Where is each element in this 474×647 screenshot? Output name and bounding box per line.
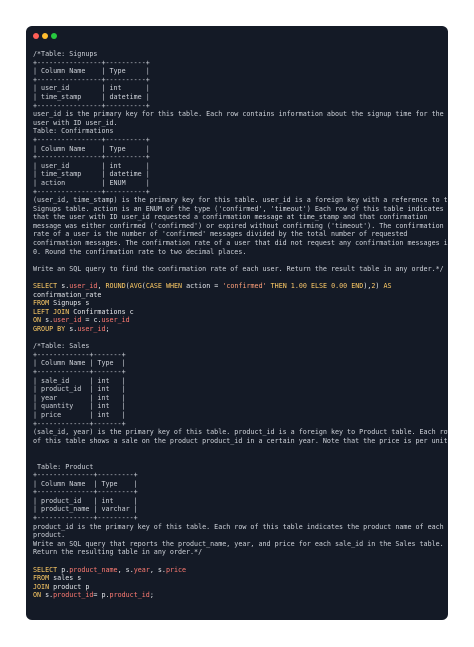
code-line: that the user with ID user_id requested …: [33, 213, 428, 222]
code-line: Signups table. action is an ENUM of the …: [33, 204, 444, 213]
code-line: +----------------+----------+: [33, 135, 150, 144]
code-line: SELECT s.user_id, ROUND(AVG(CASE WHEN ac…: [33, 282, 392, 291]
editor-window: /*Table: Signups +----------------+------…: [26, 26, 448, 620]
code-line: | quantity | int |: [33, 402, 126, 411]
minimize-dot-icon[interactable]: [42, 33, 48, 39]
code-line: product_id is the primary key of this ta…: [33, 522, 444, 531]
code-block[interactable]: /*Table: Signups +----------------+------…: [33, 50, 448, 600]
code-line: Return the resulting table in any order.…: [33, 548, 203, 557]
code-line: | product_name | varchar |: [33, 505, 138, 514]
code-line: | year | int |: [33, 393, 126, 402]
code-line: product.: [33, 531, 66, 540]
code-line: user_id is the primary key for this tabl…: [33, 110, 444, 119]
code-line: | time_stamp | datetime |: [33, 92, 150, 101]
code-line: of this table shows a sale on the produc…: [33, 436, 448, 445]
code-line: Write an SQL query that reports the prod…: [33, 539, 444, 548]
code-line: message was either confirmed ('confirmed…: [33, 221, 444, 230]
code-line: +--------------+---------+: [33, 471, 138, 480]
code-line: (sale_id, year) is the primary key of th…: [33, 428, 448, 437]
code-line: user with ID user_id.: [33, 118, 118, 127]
code-line: Table: Confirmations: [33, 127, 114, 136]
code-line: +--------------+---------+: [33, 488, 138, 497]
code-line: | Column Name | Type |: [33, 144, 150, 153]
code-line: +----------------+----------+: [33, 75, 150, 84]
code-line: +--------------+---------+: [33, 514, 138, 523]
code-line: confirmation_rate: [33, 290, 102, 299]
code-line: +----------------+----------+: [33, 58, 150, 67]
close-dot-icon[interactable]: [33, 33, 39, 39]
code-line: /*Table: Signups: [33, 50, 98, 58]
code-line: | Column Name | Type |: [33, 479, 138, 488]
code-line: | user_id | int |: [33, 84, 150, 93]
code-line: confirmation messages. The confirmation …: [33, 239, 448, 248]
code-line: | price | int |: [33, 410, 126, 419]
code-line: | Column Name | Type |: [33, 359, 126, 368]
code-line: +----------------+----------+: [33, 187, 150, 196]
window-titlebar: [26, 26, 448, 46]
code-line: JOIN product p: [33, 582, 90, 591]
code-line: | product_id | int |: [33, 385, 126, 394]
code-line: | time_stamp | datetime |: [33, 170, 150, 179]
code-line: +----------------+----------+: [33, 101, 150, 110]
code-line: SELECT p.product_name, s.year, s.price: [33, 565, 187, 574]
code-line: +----------------+----------+: [33, 153, 150, 162]
code-line: | action | ENUM |: [33, 178, 150, 187]
code-line: | product_id | int |: [33, 496, 138, 505]
code-line: Table: Product: [33, 462, 94, 471]
code-line: ON s.user_id = c.user_id: [33, 316, 130, 325]
code-line: FROM sales s: [33, 574, 82, 583]
code-line: LEFT JOIN Confirmations c: [33, 307, 134, 316]
code-line: +-------------+-------+: [33, 350, 126, 359]
code-line: /*Table: Sales: [33, 342, 90, 351]
code-line: GROUP BY s.user_id;: [33, 325, 110, 333]
code-line: (user_id, time_stamp) is the primary key…: [33, 196, 448, 205]
code-line: Write an SQL query to find the confirmat…: [33, 264, 444, 273]
code-line: | user_id | int |: [33, 161, 150, 170]
maximize-dot-icon[interactable]: [51, 33, 57, 39]
code-line: FROM Signups s: [33, 299, 90, 308]
code-line: +-------------+-------+: [33, 419, 126, 428]
code-line: ON s.product_id= p.product_id;: [33, 591, 154, 600]
code-line: rate of a user is the number of 'confirm…: [33, 230, 408, 239]
code-line: 0. Round the confirmation rate to two de…: [33, 247, 247, 256]
code-line: +-------------+-------+: [33, 367, 126, 376]
code-line: | sale_id | int |: [33, 376, 126, 385]
code-line: | Column Name | Type |: [33, 67, 150, 76]
